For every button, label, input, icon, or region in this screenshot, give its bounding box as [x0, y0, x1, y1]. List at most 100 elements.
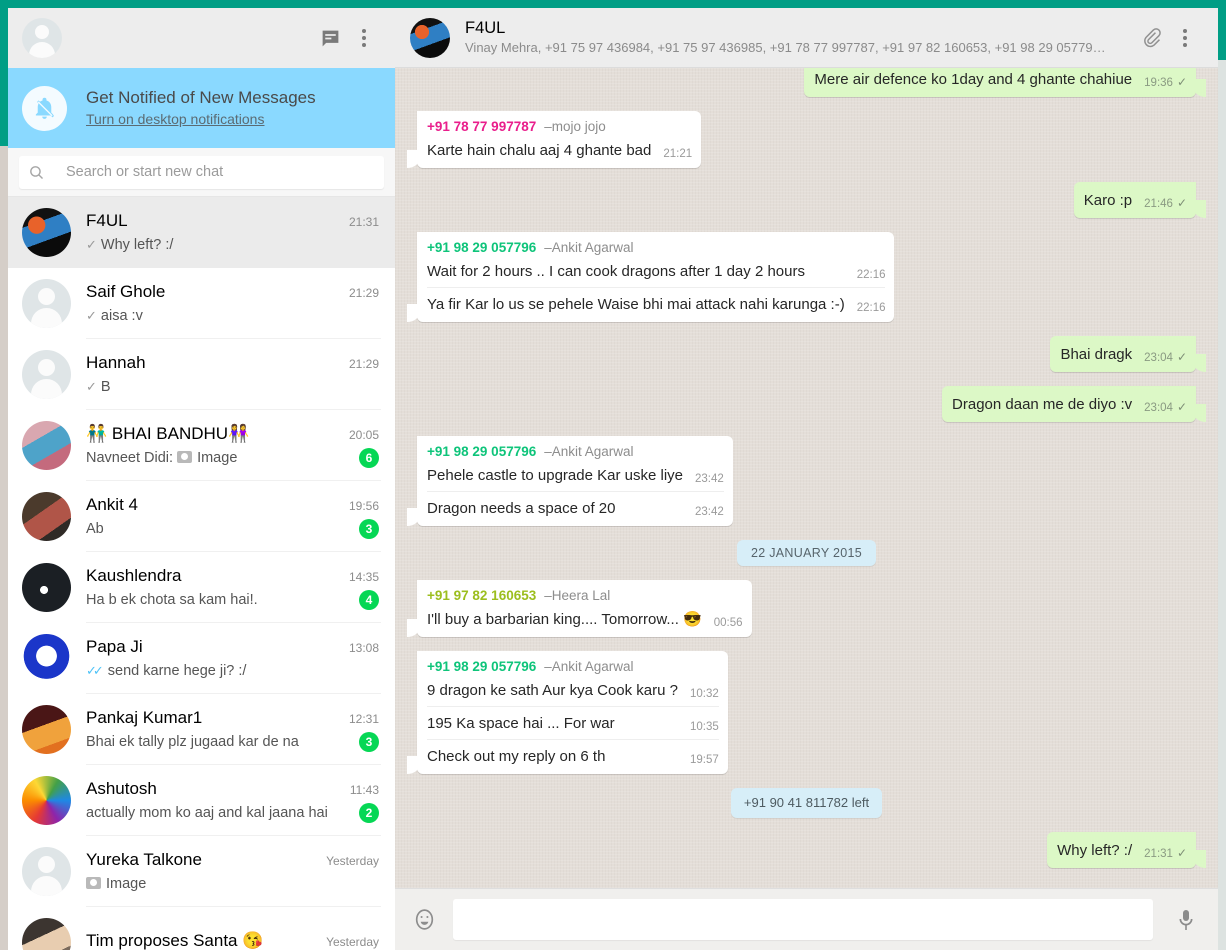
conversation-menu-icon[interactable] — [1168, 21, 1202, 55]
message-row: Bhai dragk 23:04 ✓ — [417, 336, 1206, 372]
conversation-title: F4UL — [465, 19, 506, 37]
chat-list-item[interactable]: Ashutosh 11:43 actually mom ko aaj and kal… — [8, 765, 395, 836]
chat-list-item[interactable]: Saif Ghole 21:29 ✓ aisa :v — [8, 268, 395, 339]
sidebar-menu-icon[interactable] — [347, 21, 381, 55]
chat-list-item[interactable]: Kaushlendra 14:35 Ha b ek chota sa kam hai… — [8, 552, 395, 623]
chat-item-bottom-line: actually mom ko aaj and kal jaana hai 2 — [86, 802, 379, 823]
chat-item-preview: Ha b ek chota sa kam hai!. — [86, 591, 258, 608]
sidebar-header — [8, 8, 395, 68]
double-check-read-icon: ✓✓ — [86, 662, 104, 678]
incoming-message-bubble[interactable]: +91 98 29 057796 –Ankit Agarwal Wait for 2… — [406, 232, 895, 322]
search-input[interactable] — [66, 164, 375, 180]
outgoing-message-bubble[interactable]: Dragon daan me de diyo :v 23:04 ✓ — [942, 386, 1206, 422]
message-meta: 21:31 ✓ — [1144, 846, 1187, 861]
desktop-notification-banner[interactable]: Get Notified of New Messages Turn on des… — [8, 68, 395, 148]
chat-list-item[interactable]: Yureka Talkone Yesterday Image — [8, 836, 395, 907]
outgoing-message-bubble[interactable]: Bhai dragk 23:04 ✓ — [1050, 336, 1206, 372]
message-list[interactable]: Mere air defence ko 1day and 4 ghante ch… — [395, 68, 1218, 888]
chat-item-timestamp: 12:31 — [348, 711, 379, 726]
notification-banner-text: Get Notified of New Messages Turn on des… — [86, 87, 316, 129]
chat-item-preview: actually mom ko aaj and kal jaana hai — [86, 804, 328, 821]
message-meta: 23:04 ✓ — [1144, 400, 1187, 415]
message-sender-name: –Heera Lal — [544, 588, 611, 603]
chat-item-body: Hannah 21:29 ✓ B — [86, 339, 381, 410]
message-text: Dragon daan me de diyo :v — [952, 396, 1133, 413]
chat-item-timestamp: 11:43 — [349, 782, 379, 797]
chat-item-top-line: 👬 BHAI BANDHU👭 20:05 — [86, 423, 379, 445]
chat-item-title: Ankit 4 — [86, 494, 138, 514]
conversation-participants: Vinay Mehra, +91 75 97 436984, +91 75 97… — [465, 40, 1106, 55]
message-sender-number: +91 78 77 997787 — [427, 119, 537, 134]
message-status-check-icon: ✓ — [1176, 350, 1187, 364]
outgoing-message-bubble[interactable]: Mere air defence ko 1day and 4 ghante ch… — [804, 68, 1206, 97]
search-box[interactable] — [19, 155, 384, 189]
search-bar — [8, 148, 395, 197]
emoji-button[interactable] — [407, 903, 441, 937]
message-row: +91 97 82 160653 –Heera Lal I'll buy a bar… — [407, 580, 1196, 637]
message-row: Mere air defence ko 1day and 4 ghante ch… — [417, 68, 1206, 97]
chat-list-item[interactable]: Tim proposes Santa 😘 Yesterday — [8, 907, 395, 950]
message-meta: 21:46 ✓ — [1144, 196, 1187, 211]
message-text: Bhai dragk — [1060, 346, 1133, 363]
sidebar: Get Notified of New Messages Turn on des… — [8, 8, 395, 950]
message-part: Karte hain chalu aaj 4 ghante bad 21:21 — [427, 138, 692, 162]
chat-item-top-line: Hannah 21:29 — [86, 352, 379, 374]
chat-avatar — [22, 918, 71, 950]
date-divider-row: 22 JANUARY 2015 — [417, 540, 1196, 566]
chat-list-item[interactable]: Pankaj Kumar1 12:31 Bhai ek tally plz juga… — [8, 694, 395, 765]
chat-item-body: Kaushlendra 14:35 Ha b ek chota sa kam hai… — [86, 552, 381, 623]
message-part: 9 dragon ke sath Aur kya Cook karu ? 10:3… — [427, 678, 719, 702]
chat-list-item[interactable]: Papa Ji 13:08 ✓✓ send karne hege ji? :/ — [8, 623, 395, 694]
new-chat-icon[interactable] — [313, 21, 347, 55]
chat-item-body: Ankit 4 19:56 Ab 3 — [86, 481, 381, 552]
chat-item-title: F4UL — [86, 210, 128, 230]
window-left-edge-teal — [0, 0, 8, 146]
conversation-avatar[interactable] — [410, 17, 450, 58]
message-meta: 22:16 — [857, 269, 886, 282]
message-text: Karte hain chalu aaj 4 ghante bad — [427, 142, 652, 159]
conversation-meta: F4UL Vinay Mehra, +91 75 97 436984, +91 … — [465, 18, 1134, 57]
conversation-header: F4UL Vinay Mehra, +91 75 97 436984, +91 … — [395, 8, 1218, 68]
chat-item-body: 👬 BHAI BANDHU👭 20:05 Navneet Didi: Image 6 — [86, 410, 381, 481]
message-meta: 23:04 ✓ — [1144, 350, 1187, 365]
single-check-icon: ✓ — [86, 378, 97, 394]
incoming-message-bubble[interactable]: +91 98 29 057796 –Ankit Agarwal 9 dragon k… — [407, 651, 728, 774]
chat-item-title: Pankaj Kumar1 — [86, 707, 203, 727]
incoming-message-bubble[interactable]: +91 97 82 160653 –Heera Lal I'll buy a bar… — [407, 580, 752, 637]
chat-item-title: Hannah — [86, 352, 146, 372]
chat-list-item[interactable]: F4UL 21:31 ✓ Why left? :/ — [8, 197, 395, 268]
window-top-edge — [0, 0, 1226, 8]
chat-list[interactable]: F4UL 21:31 ✓ Why left? :/ Saif Ghole 21:29 ✓ ai… — [8, 197, 395, 950]
outgoing-message-bubble[interactable]: Why left? :/ 21:31 ✓ — [1047, 832, 1206, 868]
outgoing-message-bubble[interactable]: Karo :p 21:46 ✓ — [1073, 182, 1207, 218]
paperclip-icon — [1143, 28, 1161, 48]
message-timestamp: 10:32 — [689, 688, 719, 700]
chat-avatar — [22, 634, 71, 683]
incoming-message-bubble[interactable]: +91 78 77 997787 –mojo jojo Karte hain cha… — [406, 111, 702, 168]
profile-avatar[interactable] — [22, 18, 62, 58]
chat-item-top-line: Ankit 4 19:56 — [86, 494, 379, 516]
unread-count-badge: 6 — [359, 447, 379, 468]
message-text: Pehele castle to upgrade Kar uske liye — [427, 467, 683, 484]
notification-title: Get Notified of New Messages — [86, 88, 316, 107]
attach-icon[interactable] — [1134, 21, 1168, 55]
message-text: Karo :p — [1083, 192, 1133, 209]
message-sender-number: +91 97 82 160653 — [427, 588, 537, 603]
overflow-menu-icon — [362, 29, 366, 47]
chat-item-top-line: Yureka Talkone Yesterday — [86, 849, 379, 871]
chat-item-top-line: Tim proposes Santa 😘 Yesterday — [86, 930, 379, 950]
chat-item-bottom-line: Bhai ek tally plz jugaad kar de na 3 — [86, 731, 379, 752]
message-input[interactable] — [453, 899, 1153, 940]
chat-list-item[interactable]: Ankit 4 19:56 Ab 3 — [8, 481, 395, 552]
message-timestamp: 21:46 — [1144, 198, 1173, 210]
message-meta: 19:57 — [690, 754, 719, 767]
message-timestamp: 23:04 — [1144, 402, 1173, 414]
voice-message-button[interactable] — [1169, 903, 1203, 937]
incoming-message-bubble[interactable]: +91 98 29 057796 –Ankit Agarwal Pehele cas… — [407, 436, 733, 526]
chat-list-item[interactable]: 👬 BHAI BANDHU👭 20:05 Navneet Didi: Image 6 — [8, 410, 395, 481]
message-text: 195 Ka space hai ... For war — [427, 715, 615, 732]
conversation-pane: F4UL Vinay Mehra, +91 75 97 436984, +91 … — [395, 8, 1218, 950]
chat-item-top-line: Saif Ghole 21:29 — [86, 281, 379, 303]
notification-link[interactable]: Turn on desktop notifications — [86, 109, 316, 129]
chat-list-item[interactable]: Hannah 21:29 ✓ B — [8, 339, 395, 410]
